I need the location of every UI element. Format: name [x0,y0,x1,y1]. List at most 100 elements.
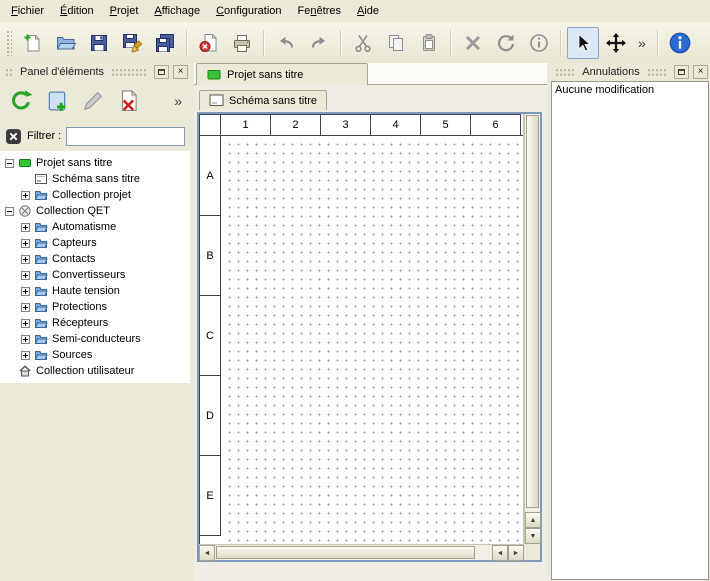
tree-item-label: Haute tension [52,285,120,297]
tree-item-capteurs[interactable]: Capteurs [0,235,190,251]
home-icon [18,364,32,378]
collapse-expander-icon[interactable] [5,207,14,216]
scroll-left-button[interactable]: ◄ [492,545,508,561]
float-icon [678,69,685,75]
close-file-button[interactable] [193,27,225,59]
schema-sheet[interactable]: 1 2 3 4 5 6 A B C D E [199,114,524,544]
cut-button[interactable] [347,27,379,59]
tree-item-haute-tension[interactable]: Haute tension [0,283,190,299]
paste-button[interactable] [413,27,445,59]
scroll-down-button[interactable]: ▼ [525,528,541,544]
tree-item-contacts[interactable]: Contacts [0,251,190,267]
undo-dock-titlebar[interactable]: Annulations × [550,63,710,81]
toolbar-separator [340,30,342,56]
menu-edition[interactable]: Édition [52,1,102,21]
project-tab-bar: Projet sans titre [194,63,547,85]
select-tool-button[interactable] [567,27,599,59]
expand-expander-icon[interactable] [21,239,30,248]
tree-item-label: Récepteurs [52,317,108,329]
close-dock-button[interactable]: × [173,65,188,79]
redo-icon [308,32,330,54]
print-button[interactable] [226,27,258,59]
horizontal-scrollbar[interactable]: ◄ ◄ ► [199,544,524,560]
save-as-icon [121,32,143,54]
undo-history-list[interactable]: Aucune modification [551,81,709,580]
column-header: 5 [421,114,471,135]
float-dock-button[interactable] [154,65,169,79]
expand-expander-icon[interactable] [21,223,30,232]
menu-projet[interactable]: Projet [102,1,147,21]
expand-expander-icon[interactable] [21,319,30,328]
menu-configuration[interactable]: Configuration [208,1,289,21]
expand-expander-icon[interactable] [21,255,30,264]
tree-item-collection-projet[interactable]: Collection projet [0,187,190,203]
tree-item-collection-utilisateur[interactable]: Collection utilisateur [0,363,190,379]
filter-row: Filtrer : [0,121,190,151]
schema-icon [34,172,48,186]
toolbar-separator [560,30,562,56]
menu-aide[interactable]: Aide [349,1,387,21]
close-dock-button[interactable]: × [693,65,708,79]
tree-item-automatisme[interactable]: Automatisme [0,219,190,235]
tree-item-schema-sans-titre[interactable]: Schéma sans titre [0,171,190,187]
new-document-button[interactable] [17,27,49,59]
toolbar-grip[interactable] [6,30,12,56]
tree-item-convertisseurs[interactable]: Convertisseurs [0,267,190,283]
elements-panel-titlebar[interactable]: Panel d'éléments × [0,63,190,81]
expand-expander-icon[interactable] [21,287,30,296]
scroll-left-button[interactable]: ◄ [199,545,215,561]
tree-item-protections[interactable]: Protections [0,299,190,315]
tree-item-label: Schéma sans titre [52,173,140,185]
about-button[interactable] [664,27,696,59]
collapse-expander-icon[interactable] [5,159,14,168]
save-button[interactable] [83,27,115,59]
schema-tab-label: Schéma sans titre [229,95,317,107]
schema-grid[interactable] [222,137,523,544]
save-all-button[interactable] [149,27,181,59]
expand-expander-icon[interactable] [21,335,30,344]
toolbar-overflow-button[interactable]: » [633,35,651,51]
tab-projet-sans-titre[interactable]: Projet sans titre [196,63,368,85]
new-element-button[interactable] [42,86,72,116]
tree-item-label: Collection utilisateur [36,365,134,377]
edit-element-button[interactable] [78,86,108,116]
delete-button[interactable] [457,27,489,59]
tab-schema-sans-titre[interactable]: Schéma sans titre [199,90,327,110]
clear-filter-button[interactable] [5,128,22,145]
panel-toolbar-overflow-button[interactable]: » [174,93,184,109]
filter-input[interactable] [66,127,185,146]
toolbar-separator [263,30,265,56]
elements-panel-toolbar: » [0,81,190,121]
tree-item-sources[interactable]: Sources [0,347,190,363]
edit-pencil-icon [80,88,106,114]
open-project-button[interactable] [50,27,82,59]
scroll-right-button[interactable]: ► [508,545,524,561]
tree-item-semi-conducteurs[interactable]: Semi-conducteurs [0,331,190,347]
copy-button[interactable] [380,27,412,59]
scroll-up-button[interactable]: ▲ [525,512,541,528]
expand-expander-icon[interactable] [21,271,30,280]
vertical-scrollbar-thumb[interactable] [526,115,539,508]
tree-item-collection-qet[interactable]: Collection QET [0,203,190,219]
save-as-button[interactable] [116,27,148,59]
menu-fenetres[interactable]: Fenêtres [290,1,349,21]
down-arrow-icon: ▼ [530,533,537,540]
expand-expander-icon[interactable] [21,303,30,312]
filter-label: Filtrer : [27,130,61,142]
redo-button[interactable] [303,27,335,59]
undo-button[interactable] [270,27,302,59]
tree-item-recepteurs[interactable]: Récepteurs [0,315,190,331]
menu-fichier[interactable]: Fichier [3,1,52,21]
float-dock-button[interactable] [674,65,689,79]
reload-collections-button[interactable] [6,86,36,116]
expand-expander-icon[interactable] [21,351,30,360]
information-button[interactable] [523,27,555,59]
rotate-button[interactable] [490,27,522,59]
menu-affichage[interactable]: Affichage [146,1,208,21]
delete-element-button[interactable] [114,86,144,116]
vertical-scrollbar[interactable]: ▲ ▼ [524,114,540,544]
horizontal-scrollbar-thumb[interactable] [216,546,475,559]
tree-item-projet-sans-titre[interactable]: Projet sans titre [0,155,190,171]
expand-expander-icon[interactable] [21,191,30,200]
pan-tool-button[interactable] [600,27,632,59]
